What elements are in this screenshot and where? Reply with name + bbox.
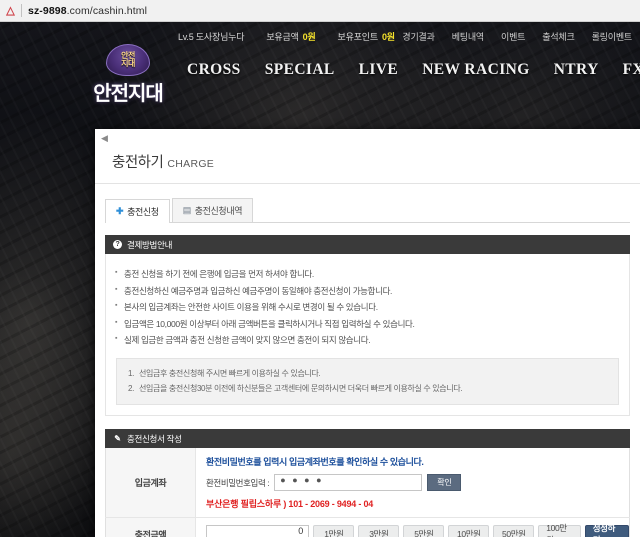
page-title-en: CHARGE (167, 158, 215, 170)
collapse-panel-icon[interactable]: ◀ (98, 132, 111, 145)
topbar-left-group: Lv.5 도사장님누다 보유금액 0원 보유포인트 0원 (178, 30, 395, 43)
charge-amount-input[interactable]: 0 (206, 525, 310, 537)
balance-point: 보유포인트 0원 (338, 30, 395, 43)
exchange-password-row: 환전비밀번호입력 : ● ● ● ● 확인 (206, 474, 629, 492)
logo-badge-line2: 지대 (121, 59, 135, 68)
tab-charge-history-label: 충전신청내역 (194, 206, 243, 216)
amount-chip-500000[interactable]: 50만원 (493, 525, 535, 537)
nav-item-live[interactable]: LIVE (347, 61, 411, 79)
charge-form-table: 입금계좌 환전비밀번호를 입력시 입금계좌번호를 확인하실 수 있습니다. 환전… (105, 448, 630, 537)
amount-reset-button[interactable]: 정정하기 (584, 523, 629, 537)
topbar-link-betting-history[interactable]: 베팅내역 (452, 30, 485, 43)
bank-account-number: 부산은행 필립스하루 ) 101 - 2069 - 9494 - 04 (206, 499, 374, 510)
amount-chip-1000000[interactable]: 100만원 (538, 523, 581, 537)
tab-charge-history[interactable]: ▤ 충전신청내역 (171, 198, 254, 222)
pencil-icon: ✎ (114, 433, 121, 443)
list-item: 실제 입금한 금액과 충전 신청한 금액이 맞지 않으면 충전이 되지 않습니다… (115, 332, 629, 349)
list-item: 충전신청하신 예금주명과 입금하신 예금주명이 동일해야 충전신청이 가능합니다… (115, 283, 629, 300)
balance-money-label: 보유금액 (266, 31, 299, 42)
amount-chip-10000[interactable]: 1만원 (313, 525, 355, 537)
amount-chip-50000[interactable]: 5만원 (403, 525, 445, 537)
grid-icon: ▤ (182, 205, 192, 215)
url-divider (21, 4, 22, 17)
payment-guide-body: 충전 신청을 하기 전에 은행에 입금을 먼저 하셔야 합니다. 충전신청하신 … (105, 254, 630, 417)
list-item: 선입금후 충전신청해 주시면 빠르게 이용하실 수 있습니다. (128, 366, 321, 381)
charge-form-header-label: 충전신청서 작성 (127, 433, 182, 444)
balance-point-value: 0원 (381, 31, 395, 42)
payment-guide-subnotes: 선입금후 충전신청해 주시면 빠르게 이용하실 수 있습니다. 선입금을 충전신… (116, 357, 619, 406)
site-root: Lv.5 도사장님누다 보유금액 0원 보유포인트 0원 경기결과 베팅내역 이벤트… (0, 22, 640, 537)
logo-badge-icon: 안전 지대 (106, 44, 150, 76)
list-item: 충전 신청을 하기 전에 은행에 입금을 먼저 하셔야 합니다. (115, 266, 629, 283)
charge-amount-cell: 0 1만원 3만원 5만원 10만원 50만원 100만원 정정하기 (196, 518, 630, 537)
exchange-password-label: 환전비밀번호입력 : (206, 477, 270, 488)
topbar-link-rolling-event[interactable]: 롤링이벤트 (592, 30, 633, 43)
browser-url-bar[interactable]: △ sz-9898.com/cashin.html (0, 0, 640, 22)
deposit-account-note: 환전비밀번호를 입력시 입금계좌번호를 확인하실 수 있습니다. (206, 457, 424, 468)
nav-item-new-racing[interactable]: NEW RACING (410, 61, 542, 79)
amount-chip-30000[interactable]: 3만원 (358, 525, 400, 537)
amount-chip-100000[interactable]: 10만원 (448, 525, 490, 537)
list-item: 선입금을 충전신청30분 이전에 하신분들은 고객센터에 문의하시면 더욱더 빠… (128, 381, 463, 396)
balance-money: 보유금액 0원 (266, 30, 315, 43)
table-row: 입금계좌 환전비밀번호를 입력시 입금계좌번호를 확인하실 수 있습니다. 환전… (105, 448, 630, 518)
nav-item-cross[interactable]: CROSS (175, 61, 253, 79)
nav-item-ntry[interactable]: NTRY (542, 61, 611, 79)
topbar-link-results[interactable]: 경기결과 (402, 30, 435, 43)
payment-guide-header-label: 결제방법안내 (127, 239, 173, 250)
topbar-link-attendance[interactable]: 출석체크 (542, 30, 575, 43)
deposit-account-cell: 환전비밀번호를 입력시 입금계좌번호를 확인하실 수 있습니다. 환전비밀번호입… (196, 448, 630, 518)
page-title: 충전하기 CHARGE (95, 129, 640, 184)
plus-icon: ✚ (116, 206, 124, 216)
exchange-password-input[interactable]: ● ● ● ● (274, 474, 423, 492)
charge-amount-label: 충전금액 (105, 517, 196, 537)
user-level-label: Lv.5 도사장님누다 (178, 30, 245, 43)
payment-guide-bullets: 충전 신청을 하기 전에 은행에 입금을 먼저 하셔야 합니다. 충전신청하신 … (106, 266, 629, 349)
site-logo[interactable]: 안전 지대 안전지대 (82, 44, 174, 106)
balance-money-value: 0원 (302, 31, 316, 42)
topbar-link-event[interactable]: 이벤트 (501, 30, 525, 43)
tab-charge-request[interactable]: ✚ 충전신청 (105, 199, 170, 223)
page-title-ko: 충전하기 (112, 155, 164, 171)
nav-item-fxgame[interactable]: FXGAME (611, 61, 640, 79)
tab-bar: ✚ 충전신청 ▤ 충전신청내역 (105, 195, 630, 223)
table-row: 충전금액 0 1만원 3만원 5만원 10만원 50만원 100만원 정정하기 (105, 517, 630, 537)
shield-favicon-icon: △ (6, 4, 15, 17)
user-level-text: Lv.5 도사장님누다 (178, 31, 245, 42)
url-path: .com/cashin.html (66, 4, 148, 17)
url-domain: sz-9898 (28, 4, 67, 17)
logo-wordmark: 안전지대 (93, 83, 164, 105)
nav-item-special[interactable]: SPECIAL (253, 61, 347, 79)
topbar-right-group: 경기결과 베팅내역 이벤트 출석체크 롤링이벤트 (402, 30, 640, 43)
content-panel: ◀ 충전하기CHARGE ✚ 충전신청 ▤ 충전신청내역 ? 결제방법안내 충전… (95, 129, 640, 537)
charge-form-header: ✎ 충전신청서 작성 (105, 429, 630, 449)
question-mark-icon: ? (113, 240, 122, 249)
balance-point-label: 보유포인트 (337, 31, 379, 42)
list-item: 본사의 입금계좌는 안전한 사이트 이용을 위해 수시로 변경이 될 수 있습니… (115, 299, 629, 316)
confirm-button[interactable]: 확인 (427, 474, 462, 492)
list-item: 입금액은 10,000원 이상부터 아래 금액버튼을 클릭하시거나 직접 입력하… (115, 316, 629, 333)
deposit-account-label: 입금계좌 (105, 448, 196, 518)
tab-charge-request-label: 충전신청 (127, 207, 159, 217)
url-text[interactable]: sz-9898.com/cashin.html (28, 5, 147, 17)
amount-controls: 0 1만원 3만원 5만원 10만원 50만원 100만원 정정하기 (206, 523, 629, 537)
payment-guide-header: ? 결제방법안내 (105, 235, 630, 254)
